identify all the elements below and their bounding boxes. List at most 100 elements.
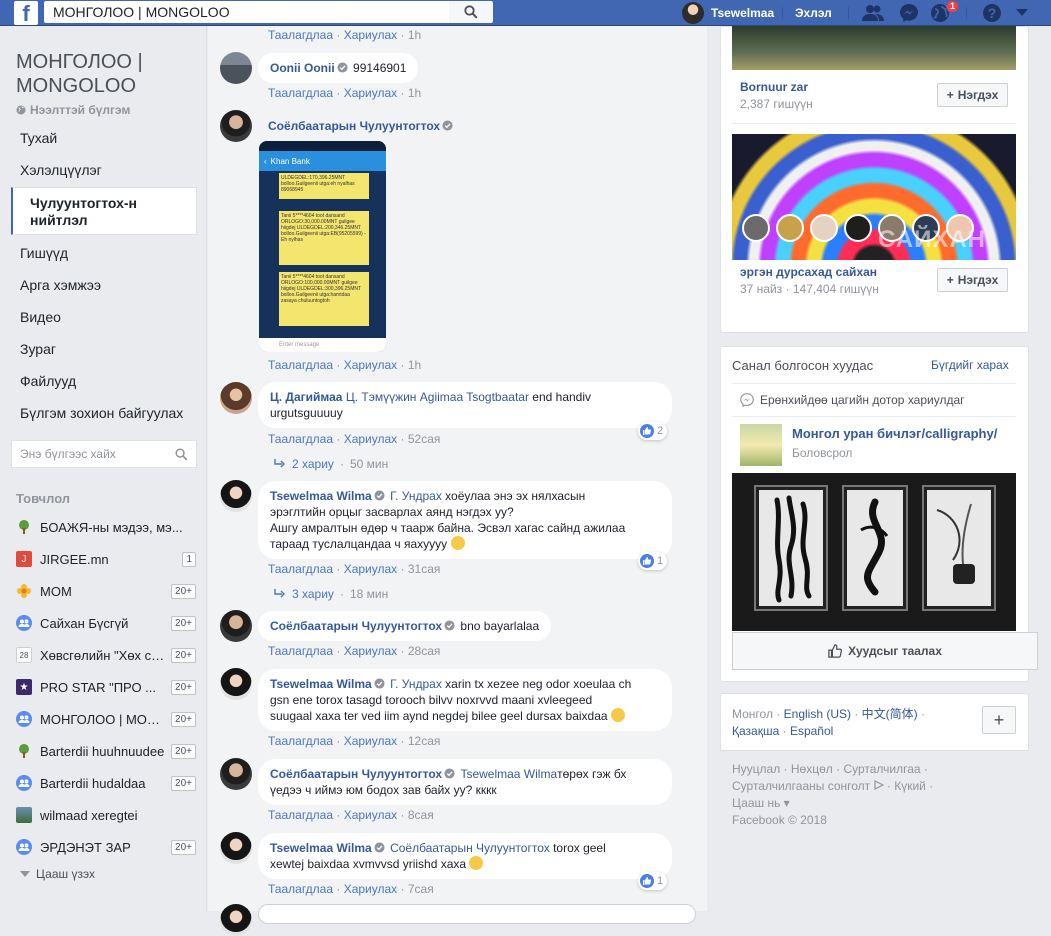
nav-members[interactable]: Гишүүд bbox=[20, 245, 68, 261]
reply-link[interactable]: Хариулах bbox=[344, 808, 397, 822]
nav-videos[interactable]: Видео bbox=[20, 309, 61, 325]
nav-events[interactable]: Арга хэмжээ bbox=[20, 277, 101, 293]
avatar[interactable] bbox=[220, 832, 252, 864]
shortcut-item[interactable]: БОАЖЯ-ны мэдээ, мэ... bbox=[16, 517, 196, 537]
avatar[interactable] bbox=[220, 480, 252, 512]
comment-author[interactable]: Ц. Дагиймаа bbox=[270, 390, 342, 404]
shortcut-item[interactable]: МОНГОЛОО | MONGO... 20+ bbox=[16, 709, 196, 729]
footer-link[interactable]: Сурталчилгааны сонголт bbox=[732, 779, 870, 793]
nav-photos[interactable]: Зураг bbox=[20, 341, 56, 357]
shortcut-item[interactable]: wilmaad xeregtei bbox=[16, 805, 196, 825]
like-link[interactable]: Таалагдлаа bbox=[268, 86, 333, 100]
shortcut-item[interactable]: Сайхан Бүсгүй 20+ bbox=[16, 613, 196, 633]
avatar[interactable] bbox=[220, 382, 252, 414]
messages-button[interactable] bbox=[897, 2, 921, 24]
see-more-shortcuts[interactable]: Цааш үзэх bbox=[20, 867, 95, 881]
like-link[interactable]: Таалагдлаа bbox=[268, 644, 333, 658]
home-link[interactable]: Эхлэл bbox=[795, 6, 832, 20]
reply-link[interactable]: Хариулах bbox=[344, 86, 397, 100]
language-link[interactable]: 中文(简体) bbox=[862, 707, 918, 721]
shortcut-item[interactable]: ЭРДЭНЭТ ЗАР 20+ bbox=[16, 837, 196, 857]
reaction-count[interactable]: 1 bbox=[638, 872, 668, 890]
like-link[interactable]: Таалагдлаа bbox=[268, 28, 333, 42]
reaction-count[interactable]: 1 bbox=[638, 552, 668, 570]
view-replies-link[interactable]: 3 хариу · 18 мин bbox=[274, 587, 388, 601]
like-page-button[interactable]: Хуудсыг таалах bbox=[732, 632, 1038, 670]
reaction-count[interactable]: 2 bbox=[638, 422, 668, 440]
reply-link[interactable]: Хариулах bbox=[344, 734, 397, 748]
footer-link[interactable]: Нууцлал bbox=[732, 762, 780, 776]
nav-about[interactable]: Тухай bbox=[20, 130, 57, 146]
comment-photo[interactable]: ‹ Khan Bank ULDEGDEL:170,396.25MNT bollo… bbox=[259, 141, 386, 352]
comment-input[interactable] bbox=[258, 904, 696, 924]
comment-author[interactable]: Tsewelmaa Wilma bbox=[270, 677, 372, 691]
nav-files[interactable]: Файлууд bbox=[20, 373, 76, 389]
shortcut-item[interactable]: 28 Хөвсгөлийн "Хөх сувд"... 20+ bbox=[16, 645, 196, 665]
friend-requests-button[interactable] bbox=[861, 2, 885, 24]
group-search-input[interactable]: Энэ бүлгээс хайх bbox=[11, 440, 197, 468]
avatar[interactable] bbox=[220, 758, 252, 790]
reply-link[interactable]: Хариулах bbox=[344, 358, 397, 372]
footer-link[interactable]: Цааш нь bbox=[732, 796, 780, 810]
language-link[interactable]: English (US) bbox=[784, 707, 851, 721]
comment-mention[interactable]: Г. Ундрах bbox=[390, 489, 442, 503]
comment-mention[interactable]: Tsewelmaa Wilma bbox=[460, 767, 557, 781]
shortcut-item[interactable]: Barterdii huuhnuudee 20+ bbox=[16, 741, 196, 761]
comment-author[interactable]: Tsewelmaa Wilma bbox=[270, 489, 372, 503]
comment-author[interactable]: Соёлбаатарын Чулуунтогтох bbox=[270, 767, 442, 781]
nav-member-posts[interactable]: Чулуунтогтох-н нийтлэл bbox=[11, 187, 197, 235]
avatar[interactable] bbox=[220, 610, 252, 642]
nav-manage-group[interactable]: Бүлгэм зохион байгуулах bbox=[20, 405, 183, 421]
comment-mention[interactable]: Г. Ундрах bbox=[390, 677, 442, 691]
footer-more[interactable]: Цааш нь ▾ bbox=[732, 796, 790, 810]
comment-author[interactable]: Соёлбаатарын Чулуунтогтох bbox=[268, 119, 440, 133]
language-link[interactable]: Қазақша bbox=[732, 724, 779, 738]
comment-author[interactable]: Oonii Oonii bbox=[270, 61, 335, 75]
comment-mention[interactable]: Ц. Тэмүүжин Agiimaa Tsogtbaatar bbox=[346, 390, 529, 404]
search-button[interactable] bbox=[449, 1, 493, 23]
reply-link[interactable]: Хариулах bbox=[344, 882, 397, 896]
group-name-link[interactable]: эргэн дурсахад сайхан bbox=[740, 265, 877, 279]
language-link[interactable]: Español bbox=[790, 724, 833, 738]
like-link[interactable]: Таалагдлаа bbox=[268, 734, 333, 748]
shortcut-item[interactable]: Barterdii hudaldaa 20+ bbox=[16, 773, 196, 793]
reply-link[interactable]: Хариулах bbox=[344, 562, 397, 576]
see-all-link[interactable]: Бүгдийг харах bbox=[931, 358, 1009, 372]
user-avatar[interactable] bbox=[682, 2, 704, 24]
reply-link[interactable]: Хариулах bbox=[344, 644, 397, 658]
help-button[interactable]: ? bbox=[980, 2, 1004, 24]
like-link[interactable]: Таалагдлаа bbox=[268, 808, 333, 822]
profile-link[interactable]: Tsewelmaa bbox=[711, 6, 774, 20]
shortcut-item[interactable]: MOM 20+ bbox=[16, 581, 196, 601]
page-name-link[interactable]: Монгол уран бичлэг/calligraphy/ bbox=[792, 426, 997, 441]
comment-mention[interactable]: Соёлбаатарын Чулуунтогтох bbox=[390, 841, 550, 855]
search-input[interactable] bbox=[44, 1, 449, 23]
shortcut-item[interactable]: ★ PRO STAR "ПРО ... 20+ bbox=[16, 677, 196, 697]
like-link[interactable]: Таалагдлаа bbox=[268, 432, 333, 446]
group-cover-image[interactable]: САЙХАН bbox=[732, 134, 1016, 260]
like-link[interactable]: Таалагдлаа bbox=[268, 358, 333, 372]
join-group-button[interactable]: + Нэгдэх bbox=[937, 83, 1008, 107]
group-cover-image[interactable] bbox=[732, 26, 1016, 70]
view-replies-link[interactable]: 2 хариу · 50 мин bbox=[274, 457, 388, 471]
avatar[interactable] bbox=[220, 110, 252, 142]
avatar[interactable] bbox=[220, 668, 252, 700]
footer-link[interactable]: Сурталчилгаа bbox=[843, 762, 920, 776]
nav-discussion[interactable]: Хэлэлцүүлэг bbox=[20, 162, 102, 178]
reply-link[interactable]: Хариулах bbox=[344, 432, 397, 446]
page-thumbnail[interactable] bbox=[740, 424, 782, 466]
reply-link[interactable]: Хариулах bbox=[344, 28, 397, 42]
comment-author[interactable]: Соёлбаатарын Чулуунтогтох bbox=[270, 619, 442, 633]
page-cover-image[interactable] bbox=[732, 473, 1016, 631]
like-link[interactable]: Таалагдлаа bbox=[268, 882, 333, 896]
shortcut-item[interactable]: J JIRGEE.mn 1 bbox=[16, 549, 196, 569]
group-title[interactable]: МОНГОЛОО | MONGOLOO bbox=[16, 50, 196, 98]
footer-link[interactable]: Нөхцөл bbox=[791, 762, 833, 776]
more-languages-button[interactable]: + bbox=[982, 706, 1016, 734]
account-menu-button[interactable] bbox=[1010, 2, 1034, 24]
join-group-button[interactable]: + Нэгдэх bbox=[937, 268, 1008, 292]
like-link[interactable]: Таалагдлаа bbox=[268, 562, 333, 576]
footer-link[interactable]: Күкий bbox=[894, 779, 926, 793]
facebook-logo[interactable]: f bbox=[14, 1, 38, 25]
comment-author[interactable]: Tsewelmaa Wilma bbox=[270, 841, 372, 855]
